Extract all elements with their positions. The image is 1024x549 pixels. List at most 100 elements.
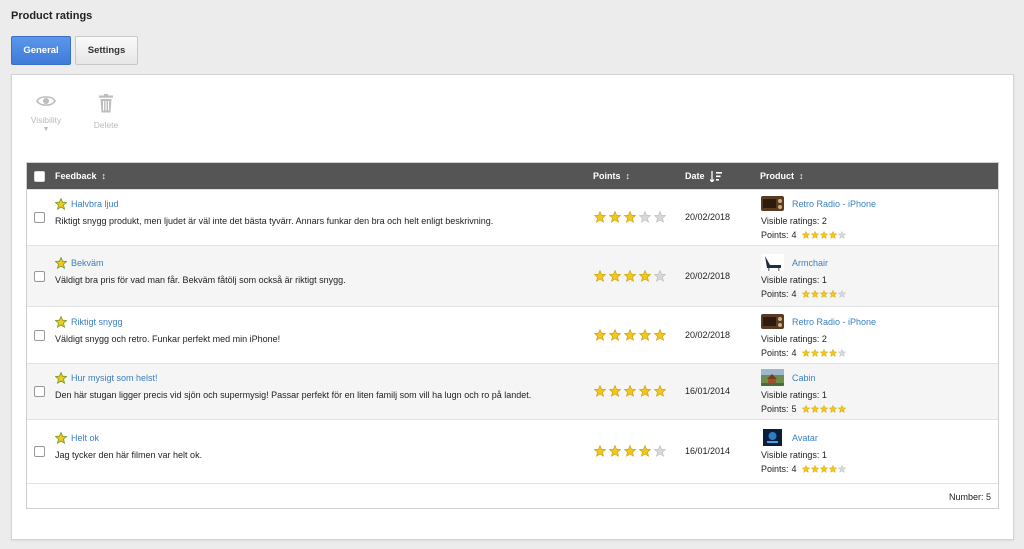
sort-descending-icon	[709, 170, 722, 182]
star-empty-icon	[654, 445, 666, 457]
column-product[interactable]: Product ↕	[760, 163, 804, 189]
star-filled-icon	[801, 405, 810, 413]
star-filled-icon	[624, 385, 636, 397]
star-filled-icon	[654, 329, 666, 341]
star-filled-icon	[819, 290, 828, 298]
column-date-label: Date	[685, 171, 705, 181]
star-empty-icon	[837, 465, 846, 473]
rating-star-icon	[55, 198, 67, 210]
row-checkbox[interactable]	[34, 212, 45, 223]
star-empty-icon	[639, 211, 651, 223]
star-filled-icon	[837, 405, 846, 413]
table-body: Halvbra ljud Riktigt snygg produkt, men l…	[27, 189, 998, 483]
table-row: Hur mysigt som helst! Den här stugan ligg…	[27, 363, 998, 419]
rating-stars	[594, 211, 666, 223]
table-header: Feedback ↕ Points ↕ Date Product ↕	[27, 163, 998, 189]
visible-ratings-value: 2	[821, 334, 827, 344]
feedback-title-link[interactable]: Helt ok	[71, 433, 99, 443]
sort-icon: ↕	[799, 171, 804, 181]
armchair-thumbnail	[761, 254, 784, 271]
product-points-value: 4	[791, 230, 797, 240]
row-checkbox[interactable]	[34, 386, 45, 397]
visible-ratings-label: Visible ratings:	[761, 450, 820, 460]
product-points: Points: 4	[761, 230, 876, 240]
table-footer: Number: 5	[27, 483, 998, 508]
column-points[interactable]: Points ↕	[593, 163, 630, 189]
visible-ratings-label: Visible ratings:	[761, 334, 820, 344]
tab-bar: General Settings	[11, 36, 138, 65]
visible-ratings: Visible ratings: 1	[761, 390, 846, 400]
visible-ratings: Visible ratings: 2	[761, 216, 876, 226]
product-points-label: Points:	[761, 289, 789, 299]
feedback-date: 20/02/2018	[685, 271, 731, 281]
chevron-down-icon: ▼	[42, 126, 50, 133]
star-filled-icon	[594, 445, 606, 457]
ratings-table: Feedback ↕ Points ↕ Date Product ↕ Halvb…	[26, 162, 999, 509]
feedback-date: 20/02/2018	[685, 212, 731, 222]
product-link[interactable]: Retro Radio - iPhone	[792, 199, 876, 209]
product-link[interactable]: Cabin	[792, 373, 816, 383]
column-points-label: Points	[593, 171, 621, 181]
tab-general[interactable]: General	[11, 36, 71, 65]
star-filled-icon	[828, 465, 837, 473]
product-points-value: 5	[791, 404, 797, 414]
product-points-value: 4	[791, 289, 797, 299]
star-filled-icon	[609, 445, 621, 457]
product-link[interactable]: Armchair	[792, 258, 828, 268]
star-filled-icon	[609, 211, 621, 223]
product-points-label: Points:	[761, 404, 789, 414]
product-points-label: Points:	[761, 230, 789, 240]
column-feedback-label: Feedback	[55, 171, 97, 181]
product-points: Points: 4	[761, 464, 846, 474]
product-points: Points: 4	[761, 348, 876, 358]
star-filled-icon	[654, 385, 666, 397]
select-all-checkbox[interactable]	[34, 170, 45, 182]
row-checkbox[interactable]	[34, 271, 45, 282]
cabin-thumbnail	[761, 369, 784, 386]
delete-button[interactable]: Delete	[86, 94, 126, 134]
feedback-text: Jag tycker den här filmen var helt ok.	[55, 450, 203, 460]
table-row: Bekväm Väldigt bra pris för vad man får. …	[27, 245, 998, 306]
product-points: Points: 5	[761, 404, 846, 414]
product-link[interactable]: Avatar	[792, 433, 818, 443]
product-points-label: Points:	[761, 348, 789, 358]
eye-icon	[36, 96, 56, 106]
star-filled-icon	[801, 465, 810, 473]
feedback-text: Den här stugan ligger precis vid sjön oc…	[55, 390, 532, 400]
feedback-date: 20/02/2018	[685, 330, 731, 340]
star-filled-icon	[819, 405, 828, 413]
feedback-text: Väldigt bra pris för vad man får. Bekväm…	[55, 275, 346, 285]
sort-icon: ↕	[625, 171, 631, 181]
visible-ratings-label: Visible ratings:	[761, 216, 820, 226]
column-feedback[interactable]: Feedback ↕	[55, 163, 106, 189]
feedback-title-link[interactable]: Riktigt snygg	[71, 317, 123, 327]
visibility-label: Visibility	[30, 115, 62, 125]
feedback-title-link[interactable]: Halvbra ljud	[71, 199, 119, 209]
feedback-title-link[interactable]: Bekväm	[71, 258, 104, 268]
product-link[interactable]: Retro Radio - iPhone	[792, 317, 876, 327]
visibility-button[interactable]: Visibility ▼	[26, 94, 66, 134]
star-filled-icon	[624, 329, 636, 341]
rating-star-icon	[55, 372, 67, 384]
product-points-label: Points:	[761, 464, 789, 474]
rating-stars	[594, 270, 666, 282]
star-filled-icon	[624, 211, 636, 223]
table-row: Halvbra ljud Riktigt snygg produkt, men l…	[27, 189, 998, 245]
visible-ratings-label: Visible ratings:	[761, 275, 820, 285]
star-filled-icon	[639, 329, 651, 341]
tab-settings[interactable]: Settings	[75, 36, 138, 65]
row-checkbox[interactable]	[34, 330, 45, 341]
row-checkbox[interactable]	[34, 446, 45, 457]
visible-ratings-value: 2	[821, 216, 827, 226]
star-filled-icon	[810, 290, 819, 298]
star-filled-icon	[828, 231, 837, 239]
rating-star-icon	[55, 432, 67, 444]
visible-ratings: Visible ratings: 1	[761, 275, 846, 285]
star-filled-icon	[819, 465, 828, 473]
star-filled-icon	[594, 385, 606, 397]
radio-thumbnail	[761, 195, 784, 212]
rating-stars	[594, 385, 666, 397]
feedback-title-link[interactable]: Hur mysigt som helst!	[71, 373, 158, 383]
row-count: Number: 5	[948, 492, 991, 502]
column-date[interactable]: Date	[685, 163, 722, 189]
